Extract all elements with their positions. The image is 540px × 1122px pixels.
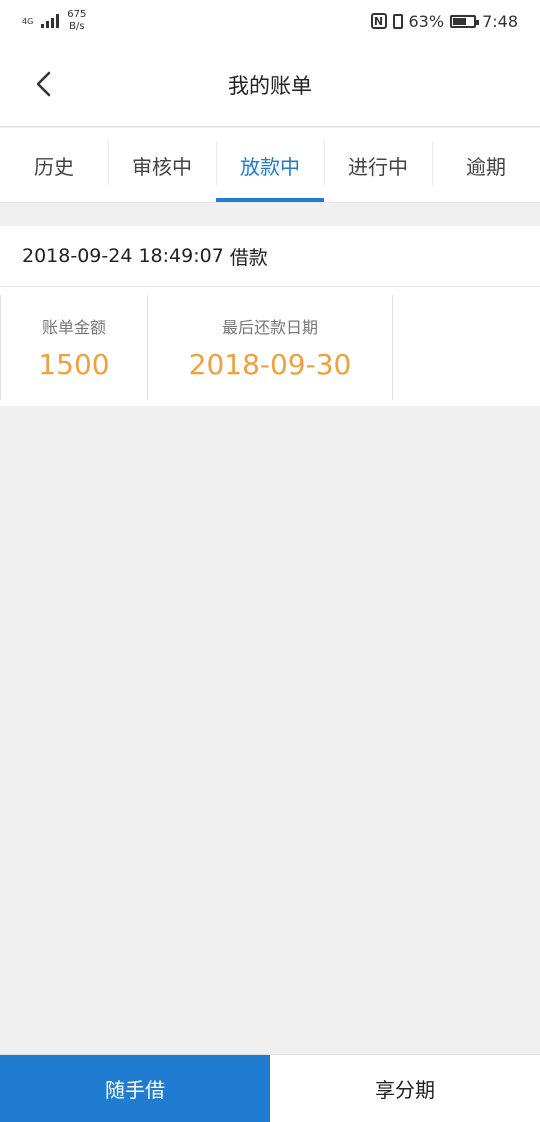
app-header: 我的账单 [0,42,540,127]
bill-datetime: 2018-09-24 18:49:07 [22,245,224,267]
speed-value: 675 [67,9,87,20]
status-left: 4G 675 B/s [22,9,86,33]
tab-disbursing[interactable]: 放款中 [216,128,324,202]
clock: 7:48 [482,11,518,31]
page-title: 我的账单 [228,73,312,98]
chevron-left-icon [36,71,51,97]
status-right: N 63% 7:48 [370,11,518,31]
tab-under-review[interactable]: 审核中 [108,128,216,202]
bill-status-tabs: 历史 审核中 放款中 进行中 逾期 [0,128,540,203]
bill-card-body: 账单金额 1500 最后还款日期 2018-09-30 [0,287,540,405]
vibrate-icon [392,13,403,29]
due-date-label: 最后还款日期 [221,318,318,337]
tab-overdue[interactable]: 逾期 [432,128,540,202]
battery-fill [453,17,467,25]
nfc-icon: N [370,13,387,29]
signal-icon [41,14,60,28]
battery-icon [450,14,480,28]
bill-type: 借款 [229,246,268,269]
tab-in-progress[interactable]: 进行中 [324,128,432,202]
bill-amount-label: 账单金额 [41,318,106,337]
bill-card[interactable]: 2018-09-24 18:49:07 借款 账单金额 1500 最后还款日期 … [0,226,540,406]
network-speed: 675 B/s [67,9,86,33]
status-bar: 4G 675 B/s N 63% 7:48 [0,0,540,42]
bill-amount-value: 1500 [38,348,110,381]
bill-card-header: 2018-09-24 18:49:07 借款 [0,226,540,287]
quick-loan-button[interactable]: 随手借 [0,1055,270,1122]
installment-button[interactable]: 享分期 [270,1055,540,1122]
battery-percent: 63% [408,11,445,31]
tab-history[interactable]: 历史 [0,128,108,202]
speed-unit: B/s [69,21,85,32]
bill-amount-cell: 账单金额 1500 [0,295,148,400]
due-date-value: 2018-09-30 [188,348,352,381]
due-date-cell: 最后还款日期 2018-09-30 [148,295,393,400]
network-type: 4G [22,16,34,26]
back-button[interactable] [22,62,66,106]
bottom-action-bar: 随手借 享分期 [0,1054,540,1122]
